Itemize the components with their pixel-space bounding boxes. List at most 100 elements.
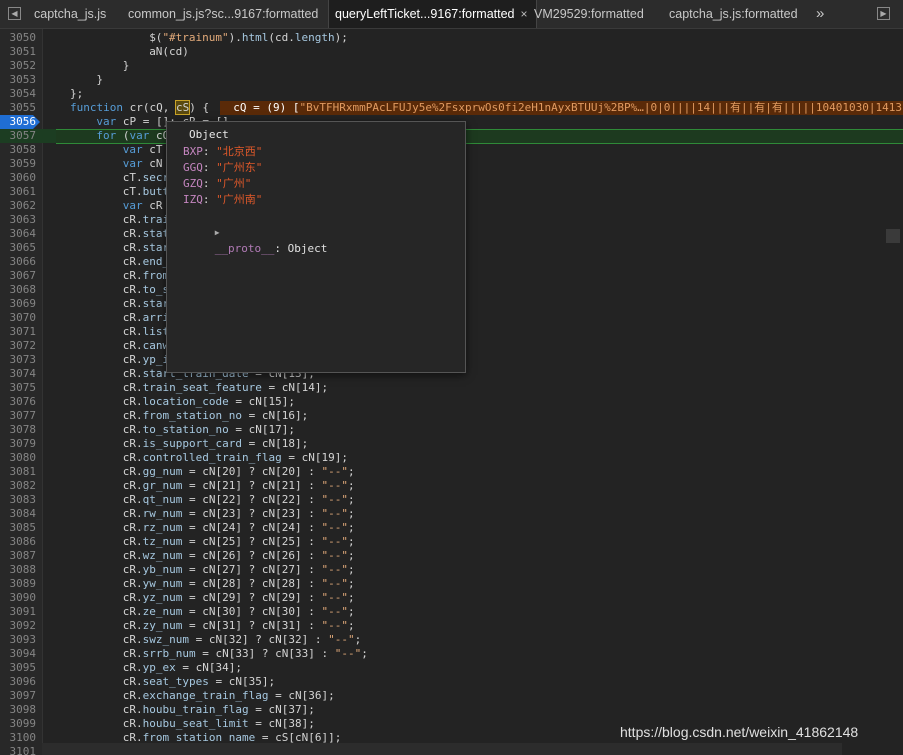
- code-text[interactable]: cR.yw_num = cN[28] ? cN[28] : "--";: [123, 577, 355, 591]
- code-text[interactable]: cR.zy_num = cN[31] ? cN[31] : "--";: [123, 619, 355, 633]
- line-number[interactable]: 3069: [0, 297, 37, 311]
- code-text[interactable]: cR.train_seat_feature = cN[14];: [123, 381, 328, 395]
- tab-close-icon[interactable]: ×: [521, 7, 528, 21]
- code-line[interactable]: 3055 function cr(cQ, cS) { cQ = (9) ["BvT…: [0, 100, 903, 115]
- line-number[interactable]: 3058: [0, 143, 37, 157]
- tab-0[interactable]: captcha_js.js: [34, 0, 106, 28]
- line-number[interactable]: 3063: [0, 213, 37, 227]
- code-text[interactable]: cT.butt: [123, 185, 169, 199]
- code-text[interactable]: cR.rw_num = cN[23] ? cN[23] : "--";: [123, 507, 355, 521]
- code-text[interactable]: aN(cd): [149, 45, 189, 59]
- code-line[interactable]: 3096 cR.seat_types = cN[35];: [0, 675, 903, 689]
- code-text[interactable]: cR.from: [123, 269, 169, 283]
- proto-row[interactable]: ▶ __proto__: Object: [175, 208, 328, 255]
- line-number[interactable]: 3094: [0, 647, 37, 661]
- line-number[interactable]: 3098: [0, 703, 37, 717]
- code-text[interactable]: cR.from_station_no = cN[16];: [123, 409, 308, 423]
- code-text[interactable]: cR.star: [123, 241, 169, 255]
- code-text[interactable]: cR.end_: [123, 255, 169, 269]
- line-number[interactable]: 3083: [0, 493, 37, 507]
- code-text[interactable]: cR.is_support_card = cN[18];: [123, 437, 308, 451]
- code-text[interactable]: }: [96, 73, 103, 87]
- code-text[interactable]: cR.houbu_train_flag = cN[37];: [123, 703, 315, 717]
- tab-3[interactable]: VM29529:formatted: [534, 0, 644, 28]
- line-number[interactable]: 3084: [0, 507, 37, 521]
- code-text[interactable]: cR.yp_ex = cN[34];: [123, 661, 242, 675]
- line-number[interactable]: 3082: [0, 479, 37, 493]
- code-line[interactable]: 3083 cR.qt_num = cN[22] ? cN[22] : "--";: [0, 493, 903, 507]
- code-line[interactable]: 3095 cR.yp_ex = cN[34];: [0, 661, 903, 675]
- line-number[interactable]: 3101: [0, 745, 37, 755]
- code-editor[interactable]: 3050 $("#trainum").html(cd.length); 3051 aN…: [0, 29, 903, 755]
- line-number[interactable]: 3074: [0, 367, 37, 381]
- code-line[interactable]: 3076 cR.location_code = cN[15];: [0, 395, 903, 409]
- code-text[interactable]: cR.qt_num = cN[22] ? cN[22] : "--";: [123, 493, 355, 507]
- tab-overflow-button[interactable]: »: [816, 0, 824, 28]
- code-text[interactable]: function cr(cQ, cS) {: [70, 100, 209, 115]
- toggle-debugger-icon[interactable]: ▶: [877, 7, 890, 20]
- line-number[interactable]: 3053: [0, 73, 37, 87]
- code-text[interactable]: cR.trai: [123, 213, 169, 227]
- toggle-navigator-icon[interactable]: ◀: [8, 7, 21, 20]
- line-number[interactable]: 3081: [0, 465, 37, 479]
- popover-property-row[interactable]: IZQ: "广州南": [183, 192, 262, 208]
- tab-4[interactable]: captcha_js.js:formatted: [669, 0, 798, 28]
- code-text[interactable]: $("#trainum").html(cd.length);: [149, 31, 348, 45]
- code-text[interactable]: cR.to_station_no = cN[17];: [123, 423, 295, 437]
- code-text[interactable]: cR.to_s: [123, 283, 169, 297]
- popover-property-row[interactable]: BXP: "北京西": [183, 144, 262, 160]
- code-text[interactable]: cR.gg_num = cN[20] ? cN[20] : "--";: [123, 465, 355, 479]
- line-number[interactable]: 3075: [0, 381, 37, 395]
- code-text[interactable]: cR.houbu_seat_limit = cN[38];: [123, 717, 315, 731]
- line-number[interactable]: 3089: [0, 577, 37, 591]
- code-text[interactable]: cR.ze_num = cN[30] ? cN[30] : "--";: [123, 605, 355, 619]
- code-text[interactable]: };: [70, 87, 83, 101]
- code-text[interactable]: cR.stat: [123, 227, 169, 241]
- line-number[interactable]: 3090: [0, 591, 37, 605]
- code-text[interactable]: cR.yz_num = cN[29] ? cN[29] : "--";: [123, 591, 355, 605]
- line-number[interactable]: 3052: [0, 59, 37, 73]
- vertical-scrollbar-thumb[interactable]: [886, 229, 900, 243]
- code-text[interactable]: cR.yb_num = cN[27] ? cN[27] : "--";: [123, 563, 355, 577]
- code-text[interactable]: cR.canw: [123, 339, 169, 353]
- line-number[interactable]: 3068: [0, 283, 37, 297]
- line-number[interactable]: 3064: [0, 227, 37, 241]
- code-text[interactable]: cR.rz_num = cN[24] ? cN[24] : "--";: [123, 521, 355, 535]
- line-number[interactable]: 3096: [0, 675, 37, 689]
- horizontal-scrollbar[interactable]: [42, 743, 842, 755]
- code-text[interactable]: var cT: [123, 143, 163, 157]
- line-number[interactable]: 3100: [0, 731, 37, 745]
- line-number[interactable]: 3051: [0, 45, 37, 59]
- code-line[interactable]: 3051 aN(cd): [0, 45, 903, 59]
- code-line[interactable]: 3087 cR.wz_num = cN[26] ? cN[26] : "--";: [0, 549, 903, 563]
- line-number[interactable]: 3076: [0, 395, 37, 409]
- tab-2[interactable]: queryLeftTicket...9167:formatted ×: [328, 0, 537, 28]
- line-number[interactable]: 3079: [0, 437, 37, 451]
- code-text[interactable]: var cN: [123, 157, 163, 171]
- line-number[interactable]: 3065: [0, 241, 37, 255]
- line-number[interactable]: 3097: [0, 689, 37, 703]
- code-line[interactable]: 3097 cR.exchange_train_flag = cN[36];: [0, 689, 903, 703]
- code-line[interactable]: 3081 cR.gg_num = cN[20] ? cN[20] : "--";: [0, 465, 903, 479]
- code-text[interactable]: cR.location_code = cN[15];: [123, 395, 295, 409]
- code-text[interactable]: cR.swz_num = cN[32] ? cN[32] : "--";: [123, 633, 361, 647]
- line-number[interactable]: 3077: [0, 409, 37, 423]
- line-number[interactable]: 3059: [0, 157, 37, 171]
- line-number[interactable]: 3093: [0, 633, 37, 647]
- line-number[interactable]: 3072: [0, 339, 37, 353]
- line-number[interactable]: 3057: [0, 129, 37, 143]
- line-number[interactable]: 3092: [0, 619, 37, 633]
- code-text[interactable]: var cR: [123, 199, 163, 213]
- code-text[interactable]: cR.exchange_train_flag = cN[36];: [123, 689, 335, 703]
- line-number[interactable]: 3066: [0, 255, 37, 269]
- line-number[interactable]: 3060: [0, 171, 37, 185]
- code-line[interactable]: 3093 cR.swz_num = cN[32] ? cN[32] : "--";: [0, 633, 903, 647]
- line-number[interactable]: 3078: [0, 423, 37, 437]
- line-number[interactable]: 3088: [0, 563, 37, 577]
- line-number[interactable]: 3085: [0, 521, 37, 535]
- code-text[interactable]: cR.list: [123, 325, 169, 339]
- code-line[interactable]: 3078 cR.to_station_no = cN[17];: [0, 423, 903, 437]
- code-line[interactable]: 3050 $("#trainum").html(cd.length);: [0, 31, 903, 45]
- line-number[interactable]: 3062: [0, 199, 37, 213]
- code-line[interactable]: 3075 cR.train_seat_feature = cN[14];: [0, 381, 903, 395]
